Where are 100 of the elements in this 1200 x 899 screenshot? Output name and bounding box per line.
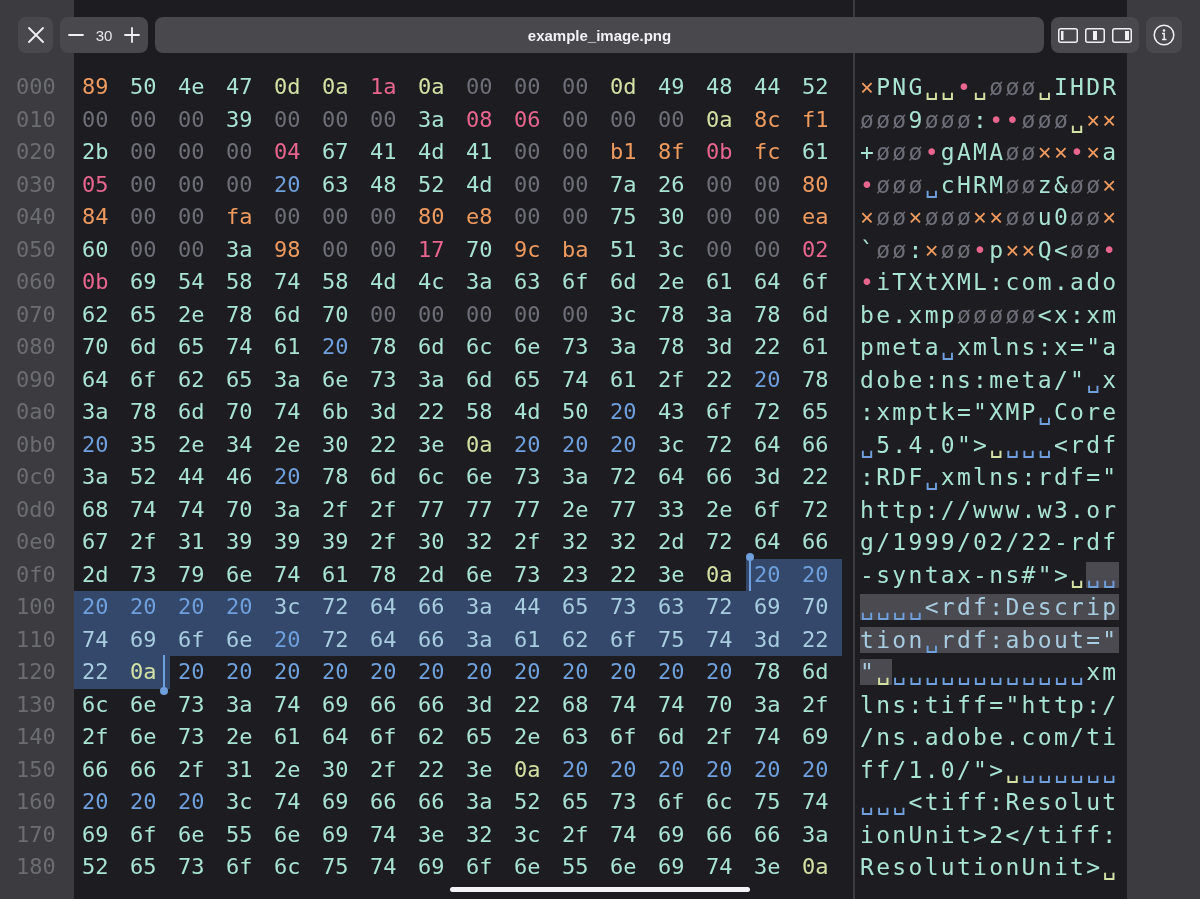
hex-byte[interactable]: 20 bbox=[706, 656, 733, 689]
hex-byte[interactable]: 32 bbox=[466, 526, 493, 559]
hex-byte[interactable]: 61 bbox=[274, 721, 301, 754]
hex-byte[interactable]: 34 bbox=[226, 428, 253, 461]
hex-byte[interactable]: 69 bbox=[322, 688, 349, 721]
hex-byte[interactable]: 20 bbox=[610, 428, 637, 461]
hex-byte[interactable]: 73 bbox=[178, 721, 205, 754]
hex-byte[interactable]: 69 bbox=[130, 266, 157, 299]
hex-byte[interactable]: 6f bbox=[466, 851, 493, 884]
hex-byte[interactable]: 6c bbox=[418, 461, 445, 494]
hex-byte[interactable]: 0a bbox=[802, 851, 829, 884]
hex-byte[interactable]: 78 bbox=[754, 298, 781, 331]
hex-byte[interactable]: 0a bbox=[322, 71, 349, 104]
hex-byte[interactable]: 9c bbox=[514, 233, 541, 266]
hex-byte[interactable]: 73 bbox=[370, 363, 397, 396]
selection-handle[interactable] bbox=[746, 552, 754, 593]
hex-byte[interactable]: 84 bbox=[82, 201, 109, 234]
hex-byte[interactable]: 50 bbox=[562, 396, 589, 429]
hex-byte[interactable]: 77 bbox=[466, 493, 493, 526]
hex-byte[interactable]: 6d bbox=[418, 331, 445, 364]
hex-byte[interactable]: 67 bbox=[82, 526, 109, 559]
hex-byte[interactable]: 78 bbox=[802, 363, 829, 396]
hex-byte[interactable]: 20 bbox=[322, 656, 349, 689]
hex-byte[interactable]: 43 bbox=[658, 396, 685, 429]
hex-byte[interactable]: 20 bbox=[514, 428, 541, 461]
hex-byte[interactable]: 6e bbox=[466, 461, 493, 494]
hex-byte[interactable]: 08 bbox=[466, 103, 493, 136]
hex-byte[interactable]: 6f bbox=[802, 266, 829, 299]
hex-byte[interactable]: 64 bbox=[754, 266, 781, 299]
hex-byte[interactable]: 6c bbox=[706, 786, 733, 819]
hex-byte[interactable]: 0a bbox=[706, 558, 733, 591]
hex-byte[interactable]: 2e bbox=[706, 493, 733, 526]
hex-byte[interactable]: 69 bbox=[82, 818, 109, 851]
hex-byte[interactable]: 3c bbox=[226, 786, 253, 819]
hex-byte[interactable]: fa bbox=[226, 201, 253, 234]
hex-byte[interactable]: 2f bbox=[514, 526, 541, 559]
hex-byte[interactable]: 20 bbox=[562, 428, 589, 461]
hex-byte[interactable]: 39 bbox=[226, 103, 253, 136]
hex-byte[interactable]: 48 bbox=[706, 71, 733, 104]
hex-byte[interactable]: 20 bbox=[514, 656, 541, 689]
hex-byte[interactable]: 6e bbox=[514, 331, 541, 364]
hex-byte[interactable]: 65 bbox=[802, 396, 829, 429]
hex-byte[interactable]: 6f bbox=[706, 396, 733, 429]
hex-byte[interactable]: 6f bbox=[754, 493, 781, 526]
hex-byte[interactable]: 20 bbox=[610, 656, 637, 689]
hex-byte[interactable]: 74 bbox=[178, 493, 205, 526]
hex-byte[interactable]: 65 bbox=[130, 298, 157, 331]
hex-byte[interactable]: 62 bbox=[178, 363, 205, 396]
hex-byte[interactable]: 69 bbox=[418, 851, 445, 884]
hex-byte[interactable]: 74 bbox=[754, 721, 781, 754]
hex-byte[interactable]: 20 bbox=[370, 656, 397, 689]
hex-byte[interactable]: 55 bbox=[226, 818, 253, 851]
hex-byte[interactable]: 6d bbox=[610, 266, 637, 299]
hex-byte[interactable]: 6b bbox=[322, 396, 349, 429]
hex-byte[interactable]: 3d bbox=[754, 461, 781, 494]
hex-byte[interactable]: 52 bbox=[802, 71, 829, 104]
hex-byte[interactable]: 58 bbox=[226, 266, 253, 299]
hex-byte[interactable]: 2f bbox=[562, 818, 589, 851]
hex-byte[interactable]: 2f bbox=[802, 688, 829, 721]
hex-byte[interactable]: 6e bbox=[610, 851, 637, 884]
hex-byte[interactable]: 65 bbox=[226, 363, 253, 396]
hex-byte[interactable]: 64 bbox=[658, 461, 685, 494]
hex-byte[interactable]: 65 bbox=[178, 331, 205, 364]
hex-byte[interactable]: 39 bbox=[274, 526, 301, 559]
hex-byte[interactable]: 20 bbox=[82, 428, 109, 461]
hex-byte[interactable]: 89 bbox=[82, 71, 109, 104]
hex-byte[interactable]: 72 bbox=[706, 526, 733, 559]
panel-layout-icon[interactable] bbox=[1111, 27, 1132, 43]
hex-byte[interactable]: 66 bbox=[418, 688, 445, 721]
hex-byte[interactable]: 3a bbox=[418, 363, 445, 396]
hex-byte[interactable]: 44 bbox=[754, 71, 781, 104]
hex-byte[interactable]: 20 bbox=[658, 656, 685, 689]
hex-byte[interactable]: 74 bbox=[274, 558, 301, 591]
hex-byte[interactable]: 74 bbox=[226, 331, 253, 364]
hex-byte[interactable]: 3a bbox=[226, 233, 253, 266]
hex-byte[interactable]: 3a bbox=[274, 493, 301, 526]
hex-byte[interactable]: 6e bbox=[226, 558, 253, 591]
hex-byte[interactable]: 0a bbox=[514, 753, 541, 786]
hex-byte[interactable]: 61 bbox=[274, 331, 301, 364]
hex-byte[interactable]: 3c bbox=[658, 428, 685, 461]
hex-byte[interactable]: 44 bbox=[178, 461, 205, 494]
hex-byte[interactable]: 20 bbox=[274, 656, 301, 689]
hex-byte[interactable]: 3a bbox=[274, 363, 301, 396]
hex-byte[interactable]: 73 bbox=[562, 331, 589, 364]
hex-byte[interactable]: 2f bbox=[658, 363, 685, 396]
hex-byte[interactable]: 61 bbox=[322, 558, 349, 591]
hex-byte[interactable]: 74 bbox=[658, 688, 685, 721]
hex-byte[interactable]: 72 bbox=[610, 461, 637, 494]
hex-byte[interactable]: 98 bbox=[274, 233, 301, 266]
hex-byte[interactable]: 32 bbox=[562, 526, 589, 559]
hex-byte[interactable]: 73 bbox=[514, 461, 541, 494]
hex-byte[interactable]: 73 bbox=[130, 558, 157, 591]
hex-byte[interactable]: 78 bbox=[370, 558, 397, 591]
hex-byte[interactable]: 66 bbox=[418, 786, 445, 819]
hex-byte[interactable]: 63 bbox=[322, 168, 349, 201]
hex-byte[interactable]: 68 bbox=[82, 493, 109, 526]
hex-byte[interactable]: 65 bbox=[130, 851, 157, 884]
hex-byte[interactable]: 41 bbox=[466, 136, 493, 169]
hex-byte[interactable]: 78 bbox=[322, 461, 349, 494]
hex-byte[interactable]: 6d bbox=[178, 396, 205, 429]
